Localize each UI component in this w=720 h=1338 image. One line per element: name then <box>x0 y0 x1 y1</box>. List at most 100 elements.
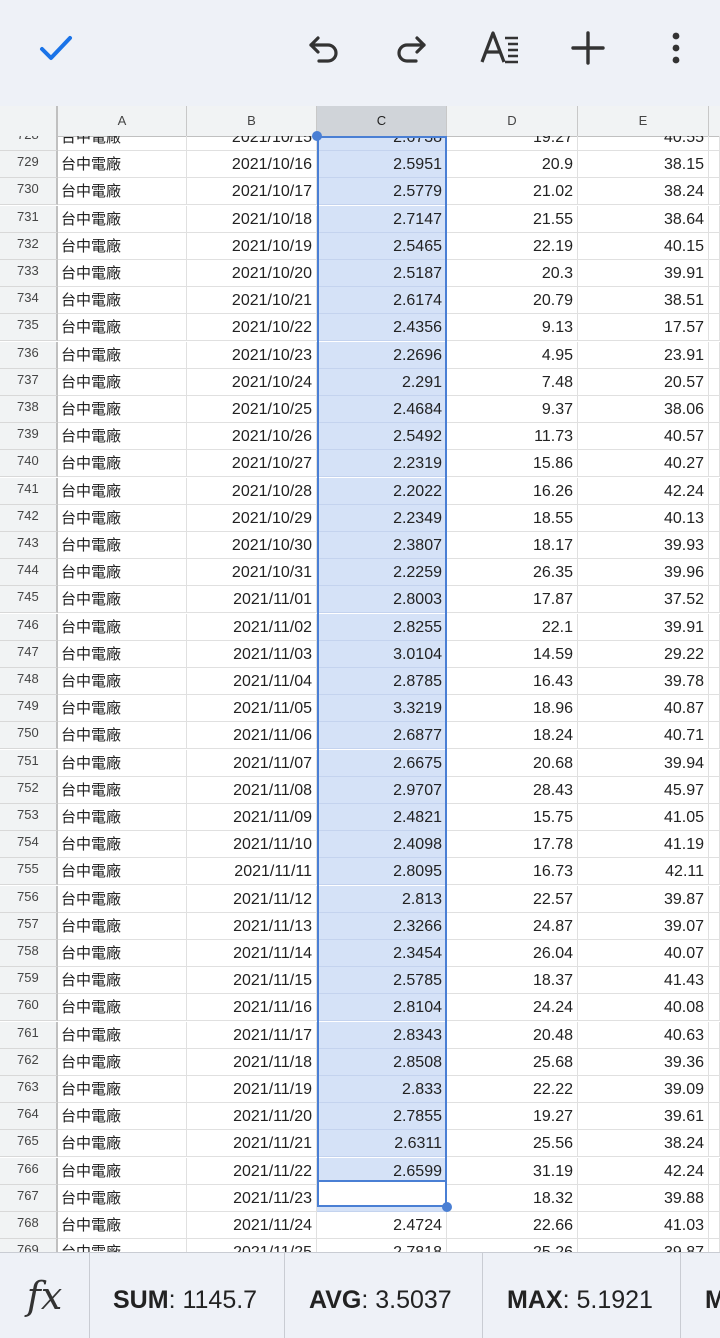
cell-b[interactable]: 2021/10/16 <box>187 151 317 179</box>
row-number[interactable]: 764 <box>0 1103 58 1131</box>
row-number[interactable]: 752 <box>0 776 58 804</box>
cell-d[interactable]: 20.9 <box>447 151 578 179</box>
row-number[interactable]: 762 <box>0 1048 58 1076</box>
cell-c[interactable]: 2.2259 <box>317 559 447 587</box>
cell-d[interactable]: 25.26 <box>447 1239 578 1252</box>
cell-e[interactable]: 40.71 <box>578 722 709 750</box>
cell-a[interactable]: 台中電廠 <box>58 640 187 668</box>
cell-f[interactable] <box>709 940 720 967</box>
cell-c[interactable]: 2.6174 <box>317 287 447 315</box>
row-number[interactable]: 746 <box>0 613 58 641</box>
cell-b[interactable]: 2021/10/20 <box>187 260 317 287</box>
column-header-a[interactable]: A <box>58 106 187 136</box>
cell-b[interactable]: 2021/11/24 <box>187 1212 317 1239</box>
cell-b[interactable]: 2021/11/20 <box>187 1103 317 1131</box>
cell-a[interactable]: 台中電廠 <box>58 831 187 859</box>
row-number[interactable]: 747 <box>0 640 58 668</box>
cell-c[interactable]: 2.5492 <box>317 423 447 451</box>
cell-e[interactable]: 40.57 <box>578 423 709 451</box>
row-number[interactable]: 734 <box>0 287 58 315</box>
cell-d[interactable]: 15.86 <box>447 450 578 478</box>
cell-c[interactable]: 2.2022 <box>317 477 447 505</box>
cell-e[interactable]: 38.51 <box>578 287 709 315</box>
row-number[interactable]: 765 <box>0 1130 58 1158</box>
cell-a[interactable]: 台中電廠 <box>58 559 187 587</box>
cell-b[interactable]: 2021/10/30 <box>187 532 317 559</box>
cell-e[interactable]: 20.57 <box>578 368 709 396</box>
cell-f[interactable] <box>709 640 720 668</box>
cell-e[interactable]: 39.36 <box>578 1048 709 1076</box>
cell-a[interactable]: 台中電廠 <box>58 1130 187 1158</box>
cell-e[interactable]: 38.24 <box>578 178 709 206</box>
cell-d[interactable]: 17.78 <box>447 831 578 859</box>
cell-e[interactable]: 40.07 <box>578 940 709 967</box>
cell-e[interactable]: 40.63 <box>578 1021 709 1049</box>
cell-f[interactable] <box>709 1048 720 1076</box>
cell-a[interactable]: 台中電廠 <box>58 1103 187 1131</box>
cell-a[interactable]: 台中電廠 <box>58 695 187 723</box>
cell-a[interactable]: 台中電廠 <box>58 804 187 831</box>
cell-a[interactable]: 台中電廠 <box>58 1184 187 1212</box>
row-number[interactable]: 748 <box>0 668 58 695</box>
cell-d[interactable]: 22.66 <box>447 1212 578 1239</box>
cell-b[interactable]: 2021/10/21 <box>187 287 317 315</box>
row-number[interactable]: 744 <box>0 559 58 587</box>
cell-f[interactable] <box>709 504 720 532</box>
row-number[interactable]: 729 <box>0 151 58 179</box>
cell-a[interactable]: 台中電廠 <box>58 586 187 614</box>
cell-e[interactable]: 42.11 <box>578 858 709 886</box>
cell-a[interactable]: 台中電廠 <box>58 396 187 423</box>
cell-a[interactable]: 台中電廠 <box>58 341 187 369</box>
cell-e[interactable]: 23.91 <box>578 341 709 369</box>
cell-d[interactable]: 18.55 <box>447 504 578 532</box>
cell-b[interactable]: 2021/10/18 <box>187 205 317 233</box>
cell-a[interactable]: 台中電廠 <box>58 1157 187 1185</box>
cell-c[interactable]: 3.3219 <box>317 695 447 723</box>
row-number[interactable]: 736 <box>0 341 58 369</box>
cell-f[interactable] <box>709 1103 720 1131</box>
cell-e[interactable]: 40.27 <box>578 450 709 478</box>
cell-b[interactable]: 2021/11/22 <box>187 1157 317 1185</box>
cell-c[interactable]: 2.813 <box>317 885 447 913</box>
cell-f[interactable] <box>709 532 720 559</box>
cell-c[interactable]: 2.8104 <box>317 994 447 1022</box>
row-number[interactable]: 732 <box>0 232 58 260</box>
cell-f[interactable] <box>709 858 720 886</box>
cell-e[interactable]: 39.93 <box>578 532 709 559</box>
undo-icon[interactable] <box>294 18 354 78</box>
cell-d[interactable]: 20.68 <box>447 749 578 777</box>
cell-c[interactable]: 2.2696 <box>317 341 447 369</box>
cell-b[interactable]: 2021/11/08 <box>187 776 317 804</box>
cell-d[interactable]: 19.27 <box>447 1103 578 1131</box>
cell-b[interactable]: 2021/11/05 <box>187 695 317 723</box>
cell-e[interactable]: 39.96 <box>578 559 709 587</box>
cell-d[interactable]: 21.02 <box>447 178 578 206</box>
row-number[interactable]: 757 <box>0 912 58 940</box>
cell-b[interactable]: 2021/10/25 <box>187 396 317 423</box>
cell-b[interactable]: 2021/11/04 <box>187 668 317 695</box>
row-number[interactable]: 735 <box>0 314 58 342</box>
cell-b[interactable]: 2021/11/18 <box>187 1048 317 1076</box>
cell-b[interactable]: 2021/10/29 <box>187 504 317 532</box>
cell-a[interactable]: 台中電廠 <box>58 136 187 151</box>
column-header-c[interactable]: C <box>317 106 447 136</box>
cell-d[interactable]: 26.35 <box>447 559 578 587</box>
row-number[interactable]: 740 <box>0 450 58 478</box>
cell-b[interactable]: 2021/11/09 <box>187 804 317 831</box>
cell-d[interactable]: 21.55 <box>447 205 578 233</box>
row-number[interactable]: 743 <box>0 532 58 559</box>
redo-icon[interactable] <box>381 18 441 78</box>
cell-e[interactable]: 45.97 <box>578 776 709 804</box>
cell-a[interactable]: 台中電廠 <box>58 287 187 315</box>
cell-e[interactable]: 40.15 <box>578 232 709 260</box>
cell-c[interactable]: 2.5465 <box>317 232 447 260</box>
cell-f[interactable] <box>709 396 720 423</box>
cell-c[interactable]: 2.8255 <box>317 613 447 641</box>
cell-d[interactable]: 20.3 <box>447 260 578 287</box>
cell-b[interactable]: 2021/10/24 <box>187 368 317 396</box>
cell-d[interactable]: 22.57 <box>447 885 578 913</box>
cell-a[interactable]: 台中電廠 <box>58 477 187 505</box>
cell-e[interactable]: 39.91 <box>578 613 709 641</box>
cell-a[interactable]: 台中電廠 <box>58 1212 187 1239</box>
row-number[interactable]: 753 <box>0 804 58 831</box>
